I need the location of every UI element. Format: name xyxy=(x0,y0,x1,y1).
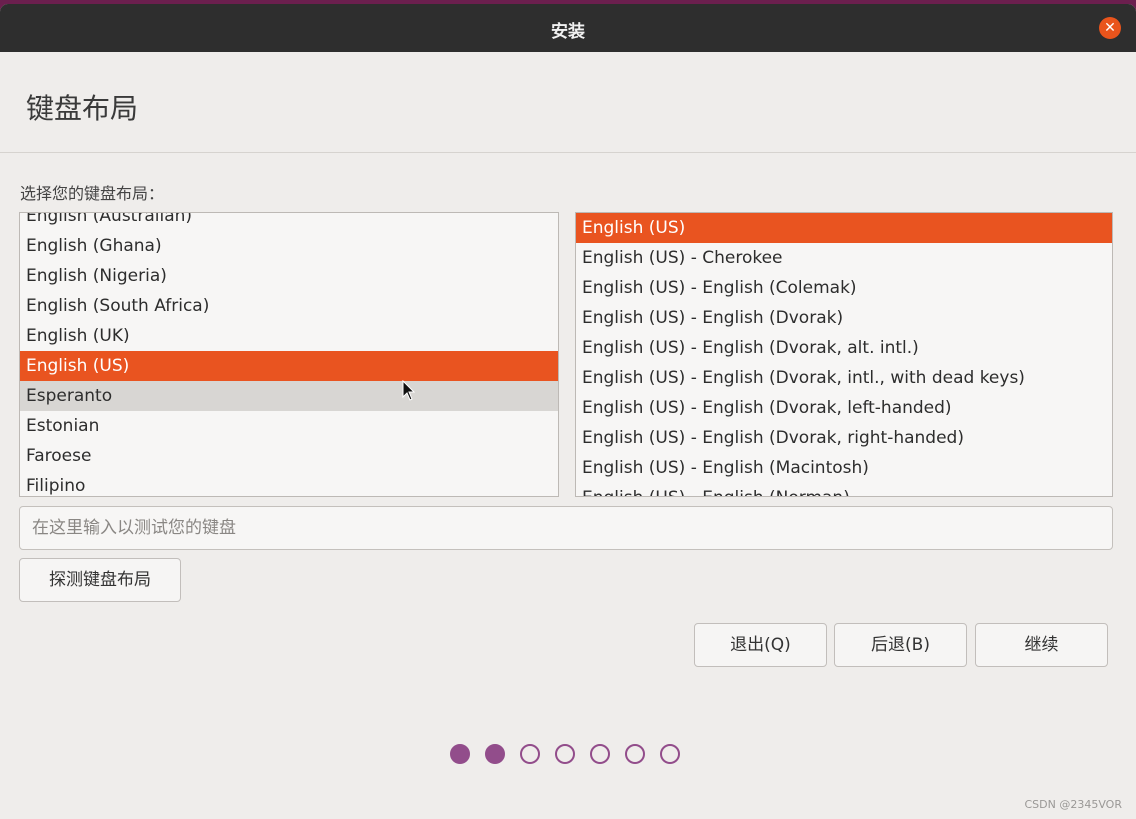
variant-list-item[interactable]: English (US) - English (Dvorak) xyxy=(576,303,1112,333)
variant-list-items: English (US) English (US) - Cherokee Engli… xyxy=(576,213,1112,496)
variant-list-item[interactable]: English (US) - English (Dvorak, right-ha… xyxy=(576,423,1112,453)
title-bar: 安装 ✕ xyxy=(0,4,1136,52)
layout-list-item[interactable]: English (Ghana) xyxy=(20,231,558,261)
progress-indicator xyxy=(450,744,680,766)
detect-layout-button[interactable]: 探测键盘布局 xyxy=(19,558,181,602)
close-icon[interactable]: ✕ xyxy=(1099,17,1121,39)
layout-list-item[interactable]: English (South Africa) xyxy=(20,291,558,321)
progress-step-dot xyxy=(450,744,470,764)
window-title: 安装 xyxy=(551,22,585,42)
variant-list-item[interactable]: English (US) - English (Dvorak, intl., w… xyxy=(576,363,1112,393)
variant-list-item[interactable]: English (US) xyxy=(576,213,1112,243)
variant-list-item[interactable]: English (US) - English (Norman) xyxy=(576,483,1112,496)
variant-list-item[interactable]: English (US) - English (Macintosh) xyxy=(576,453,1112,483)
mouse-cursor-icon xyxy=(402,380,416,401)
progress-step-dot xyxy=(555,744,575,764)
installer-window: 安装 ✕ 键盘布局 选择您的键盘布局： English (Australian)… xyxy=(0,4,1136,819)
variant-list[interactable]: English (US) English (US) - Cherokee Engli… xyxy=(575,212,1113,497)
variant-list-item[interactable]: English (US) - English (Dvorak, alt. int… xyxy=(576,333,1112,363)
variant-list-item[interactable]: English (US) - English (Colemak) xyxy=(576,273,1112,303)
progress-step-dot xyxy=(590,744,610,764)
back-button[interactable]: 后退(B) xyxy=(834,623,967,667)
continue-button[interactable]: 继续 xyxy=(975,623,1108,667)
layout-prompt: 选择您的键盘布局： xyxy=(20,184,165,203)
layout-list-item[interactable]: English (Nigeria) xyxy=(20,261,558,291)
layout-list[interactable]: English (Australian) English (Ghana) Engli… xyxy=(19,212,559,497)
progress-step-dot xyxy=(625,744,645,764)
header-divider xyxy=(0,152,1136,153)
variant-list-item[interactable]: English (US) - English (Dvorak, left-han… xyxy=(576,393,1112,423)
layout-list-item[interactable]: English (Australian) xyxy=(20,213,558,231)
layout-list-item[interactable]: English (US) xyxy=(20,351,558,381)
keyboard-test-input[interactable] xyxy=(19,506,1113,550)
layout-list-item[interactable]: Estonian xyxy=(20,411,558,441)
layout-list-items: English (Australian) English (Ghana) Engli… xyxy=(20,213,558,496)
layout-list-item[interactable]: Faroese xyxy=(20,441,558,471)
progress-step-dot xyxy=(520,744,540,764)
layout-list-item[interactable]: Filipino xyxy=(20,471,558,496)
page-title: 键盘布局 xyxy=(26,92,139,125)
watermark: CSDN @2345VOR xyxy=(1024,798,1123,811)
progress-step-dot xyxy=(485,744,505,764)
progress-step-dot xyxy=(660,744,680,764)
layout-list-item[interactable]: English (UK) xyxy=(20,321,558,351)
layout-list-item[interactable]: Esperanto xyxy=(20,381,558,411)
quit-button[interactable]: 退出(Q) xyxy=(694,623,827,667)
variant-list-item[interactable]: English (US) - Cherokee xyxy=(576,243,1112,273)
